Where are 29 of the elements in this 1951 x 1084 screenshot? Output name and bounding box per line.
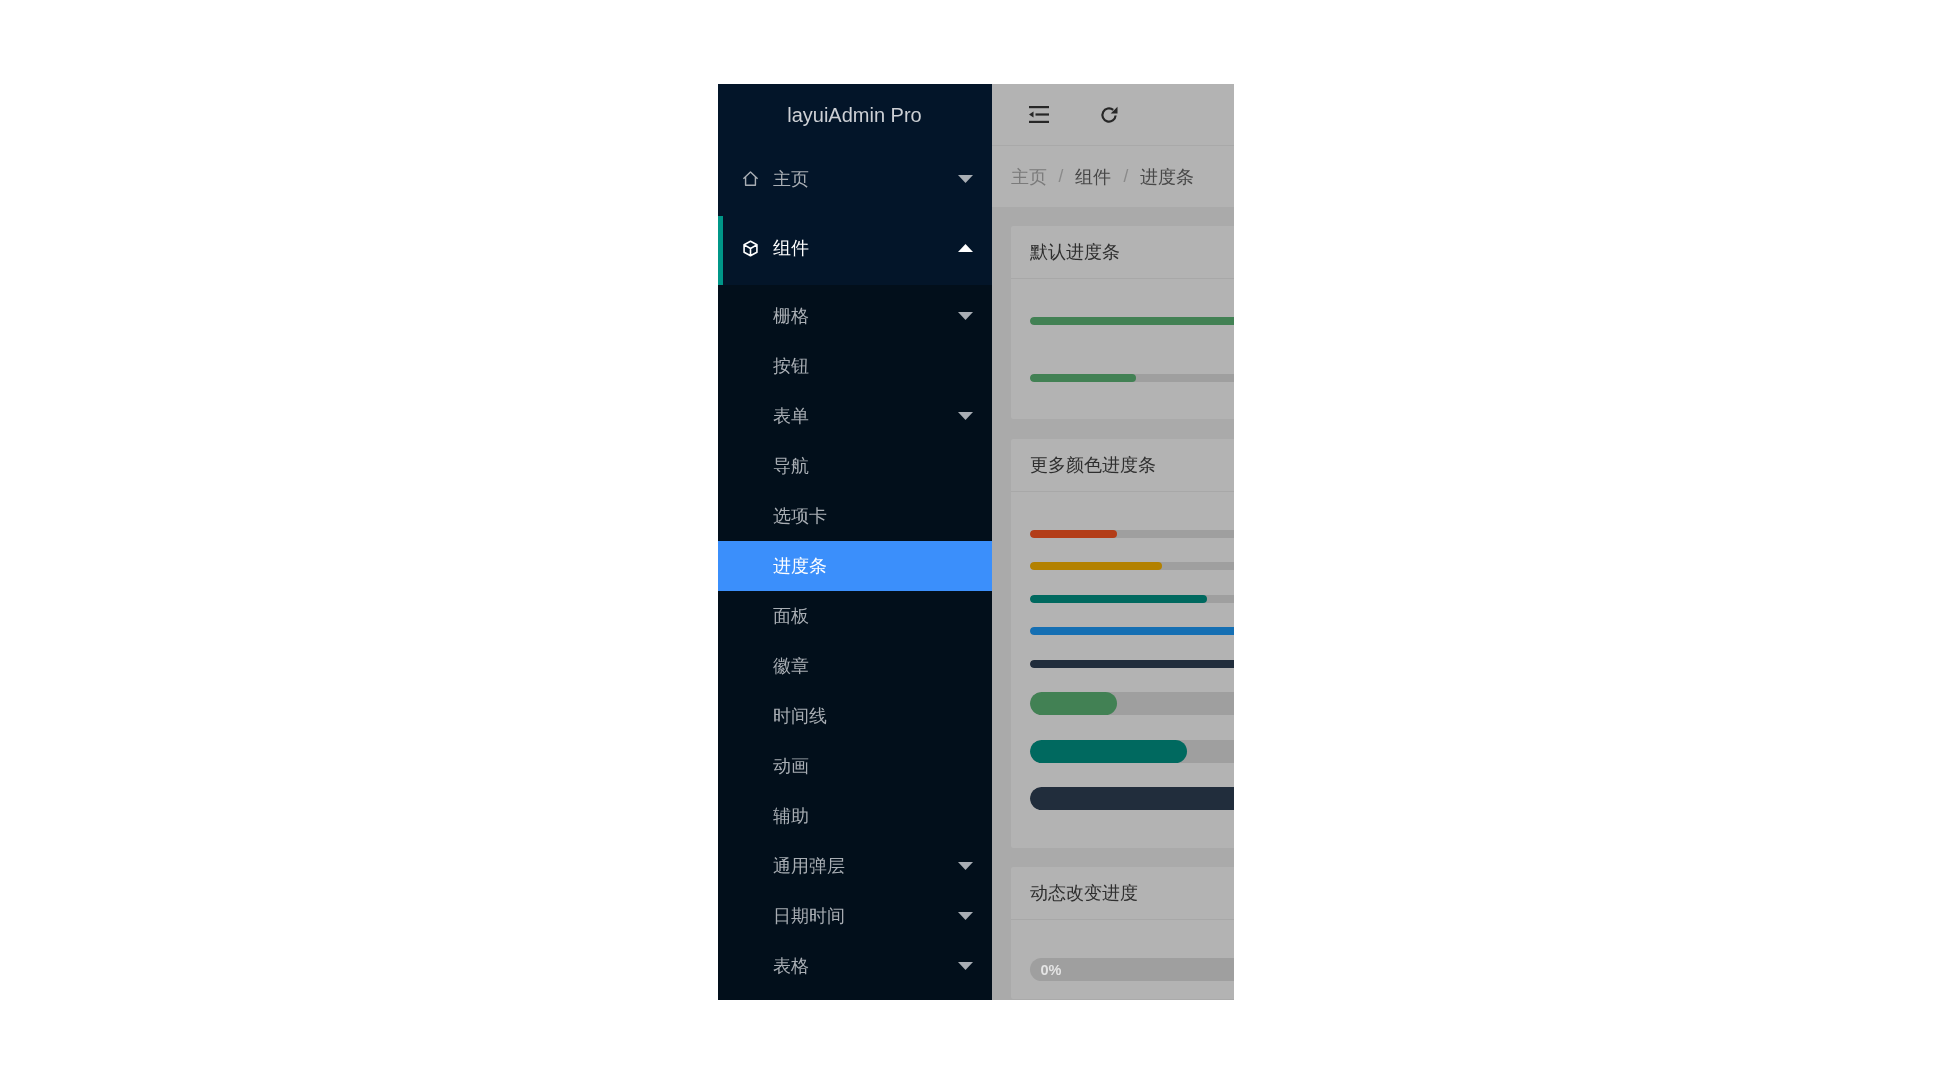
outdent-icon[interactable] [1028,106,1049,123]
submenu-item[interactable]: 辅助 [717,791,992,841]
refresh-icon[interactable] [1099,105,1118,124]
submenu-item[interactable]: 时间线 [717,691,992,741]
submenu-item[interactable]: 选项卡 [717,491,992,541]
home-icon [741,170,759,188]
progress-percent-text: 0% [1040,960,1062,980]
app-logo-text: layuiAdmin Pro [787,103,922,127]
caret-up-icon [957,244,973,253]
submenu-item[interactable]: 徽章 [717,641,992,691]
breadcrumb-separator: / [1123,166,1129,187]
submenu-item[interactable]: 表格 [717,941,992,991]
submenu-item[interactable]: 表单 [717,391,992,441]
card-title: 动态改变进度 [1029,882,1138,905]
card-title: 更多颜色进度条 [1029,453,1156,477]
submenu-item[interactable]: 栅格 [717,291,992,341]
submenu-item[interactable]: 日期时间 [717,891,992,941]
breadcrumb-link[interactable]: 进度条 [1140,164,1195,189]
caret-down-icon [957,174,973,183]
menu-item[interactable]: 主页 [717,146,992,216]
breadcrumb-separator: / [1058,166,1064,187]
submenu-item[interactable]: 通用弹层 [717,841,992,891]
cube-icon [741,239,759,257]
submenu-item[interactable]: 动画 [717,741,992,791]
submenu-item[interactable]: 面板 [717,591,992,641]
submenu-item[interactable]: 导航 [717,441,992,491]
breadcrumb-link[interactable]: 组件 [1075,164,1112,189]
card-title: 默认进度条 [1029,241,1120,264]
submenu-item[interactable]: 按钮 [717,341,992,391]
